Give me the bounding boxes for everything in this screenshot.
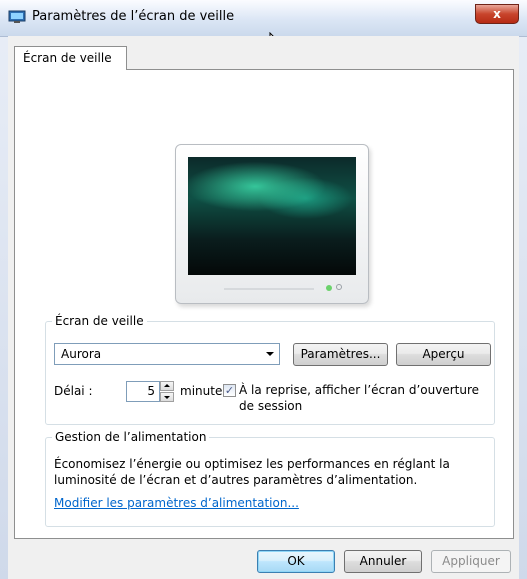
delay-label: Délai : <box>54 384 93 398</box>
resume-checkbox[interactable]: ✓ <box>223 384 236 397</box>
spin-down-icon[interactable] <box>160 392 174 402</box>
resume-label-line1: À la reprise, afficher l’écran d’ouvertu… <box>239 383 480 397</box>
title-bar[interactable]: Paramètres de l’écran de veille x <box>0 0 527 37</box>
screensaver-preview-monitor <box>175 144 369 304</box>
settings-button[interactable]: Paramètres... <box>293 343 388 366</box>
modify-power-settings-link[interactable]: Modifier les paramètres d’alimentation..… <box>54 496 299 510</box>
screensaver-group-label: Écran de veille <box>52 314 147 328</box>
tab-screensaver[interactable]: Écran de veille <box>14 46 127 70</box>
preview-screen <box>188 157 356 275</box>
close-button[interactable]: x <box>475 4 519 24</box>
tab-label: Écran de veille <box>23 51 112 65</box>
spin-up-icon[interactable] <box>160 381 174 391</box>
window-title: Paramètres de l’écran de veille <box>32 9 235 24</box>
power-management-group: Gestion de l’alimentation Économisez l’é… <box>45 430 495 527</box>
delay-input[interactable]: 5 <box>126 381 160 402</box>
screensaver-group: Écran de veille Aurora Paramètres... Ape… <box>45 314 495 425</box>
power-group-label: Gestion de l’alimentation <box>52 430 210 444</box>
monitor-icon <box>8 10 26 23</box>
power-button-icon <box>336 284 342 290</box>
monitor-slot <box>224 288 314 290</box>
tab-panel: Écran de veille Aurora Paramètres... Ape… <box>14 69 514 539</box>
power-led-icon <box>326 285 332 291</box>
power-description-line2: luminosité de l’écran et d’autres paramè… <box>54 473 418 487</box>
power-description-line1: Économisez l’énergie ou optimisez les pe… <box>54 457 450 471</box>
screensaver-select[interactable]: Aurora <box>54 343 280 365</box>
apply-button[interactable]: Appliquer <box>431 550 511 573</box>
dialog-window: Paramètres de l’écran de veille x Écran … <box>0 0 527 579</box>
ok-button[interactable]: OK <box>257 550 335 573</box>
delay-spinner[interactable] <box>160 381 174 402</box>
resume-label-line2: de session <box>239 399 303 413</box>
delay-unit-label: minutes <box>180 384 229 398</box>
screensaver-select-value: Aurora <box>61 347 102 361</box>
cancel-button[interactable]: Annuler <box>344 550 422 573</box>
preview-button[interactable]: Aperçu <box>396 343 491 366</box>
chevron-down-icon <box>266 352 274 356</box>
dialog-body: Écran de veille Écran de veille Aurora P… <box>8 36 519 579</box>
